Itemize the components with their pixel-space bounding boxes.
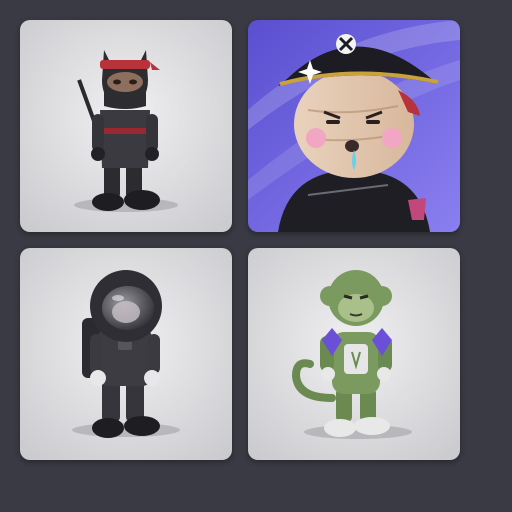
- monkey-figure: [248, 248, 460, 460]
- gallery-card-monkey[interactable]: [248, 248, 460, 460]
- gallery-card-pirate[interactable]: [248, 20, 460, 232]
- astronaut-figure: [20, 248, 232, 460]
- gallery-card-astronaut[interactable]: [20, 248, 232, 460]
- nft-gallery-grid: [0, 0, 512, 512]
- ninja-cat-figure: [20, 20, 232, 232]
- pirate-character-portrait: [248, 20, 460, 232]
- gallery-card-ninja[interactable]: [20, 20, 232, 232]
